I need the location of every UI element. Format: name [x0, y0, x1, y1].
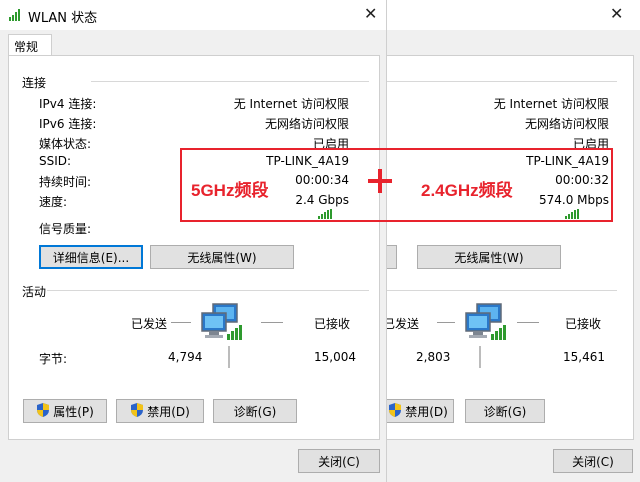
tab-general[interactable]: 常规: [8, 34, 52, 56]
activity-divider: [381, 290, 617, 291]
close-button[interactable]: 关闭(C): [553, 449, 633, 473]
received-line: [517, 322, 539, 323]
properties-button[interactable]: 属性(P): [23, 399, 107, 423]
title-bar: WLAN 状态 ✕: [0, 0, 386, 30]
bytes-sent-value: 4,794: [168, 350, 203, 364]
connection-divider: [91, 81, 369, 82]
title-bar: ✕: [386, 0, 640, 30]
plus-icon: [368, 169, 392, 193]
divider-tick: [228, 346, 230, 368]
ipv4-value: 无 Internet 访问权限: [233, 97, 349, 111]
sent-label: 已发送: [131, 317, 168, 331]
bytes-received-value: 15,004: [314, 350, 356, 364]
band-5ghz-label: 5GHz频段: [191, 181, 269, 200]
activity-divider: [47, 290, 369, 291]
connection-section-title: 连接: [22, 76, 47, 90]
diagnose-button[interactable]: 诊断(G): [465, 399, 545, 423]
ipv6-label: IPv6 连接:: [39, 117, 97, 131]
sent-label: 已发送: [383, 317, 420, 331]
duration-label: 持续时间:: [39, 175, 92, 189]
general-tab-panel: 无 Internet 访问权限 无网络访问权限 已启用 TP-LINK_4A19…: [380, 55, 634, 440]
general-tab-panel: 连接 IPv4 连接: 无 Internet 访问权限 IPv6 连接: 无网络…: [8, 55, 380, 440]
network-computers-icon: [199, 302, 247, 347]
received-line: [261, 322, 283, 323]
close-icon[interactable]: ✕: [610, 4, 623, 23]
speed-label: 速度:: [39, 195, 68, 209]
disable-button[interactable]: 禁用(D): [382, 399, 454, 423]
connection-divider: [381, 81, 617, 82]
wlan-status-icon: [8, 8, 22, 22]
ssid-label: SSID:: [39, 154, 72, 168]
divider-tick: [479, 346, 481, 368]
details-button[interactable]: 详细信息(E)...: [39, 245, 143, 269]
media-state-label: 媒体状态:: [39, 137, 92, 151]
network-computers-icon: [463, 302, 511, 347]
shield-icon: [36, 402, 50, 420]
ipv4-value: 无 Internet 访问权限: [493, 97, 609, 111]
close-icon[interactable]: ✕: [364, 4, 377, 23]
band-2-4ghz-label: 2.4GHz频段: [421, 181, 513, 200]
received-label: 已接收: [314, 317, 351, 331]
properties-button-label: 属性(P): [53, 404, 94, 419]
shield-icon: [388, 402, 402, 420]
sent-line: [437, 322, 455, 323]
wlan-status-window-2g: ✕ 无 Internet 访问权限 无网络访问权限 已启用 TP-LINK_4A…: [380, 0, 640, 482]
ipv4-label: IPv4 连接:: [39, 97, 97, 111]
signal-quality-label: 信号质量:: [39, 222, 92, 236]
sent-line: [171, 322, 191, 323]
ipv6-value: 无网络访问权限: [524, 117, 609, 131]
wireless-properties-button[interactable]: 无线属性(W): [150, 245, 294, 269]
wireless-properties-button[interactable]: 无线属性(W): [417, 245, 561, 269]
received-label: 已接收: [565, 317, 602, 331]
diagnose-button[interactable]: 诊断(G): [213, 399, 297, 423]
bytes-received-value: 15,461: [563, 350, 605, 364]
close-button[interactable]: 关闭(C): [298, 449, 380, 473]
bytes-label: 字节:: [39, 352, 68, 366]
wlan-status-window-5g: WLAN 状态 ✕ 常规 连接 IPv4 连接: 无 Internet 访问权限…: [0, 0, 387, 482]
disable-button[interactable]: 禁用(D): [116, 399, 204, 423]
window-title: WLAN 状态: [28, 11, 98, 26]
activity-section-title: 活动: [22, 285, 47, 299]
disable-button-label: 禁用(D): [405, 404, 448, 419]
shield-icon: [130, 402, 144, 420]
disable-button-label: 禁用(D): [147, 404, 190, 419]
ipv6-value: 无网络访问权限: [264, 117, 349, 131]
bytes-sent-value: 2,803: [416, 350, 451, 364]
